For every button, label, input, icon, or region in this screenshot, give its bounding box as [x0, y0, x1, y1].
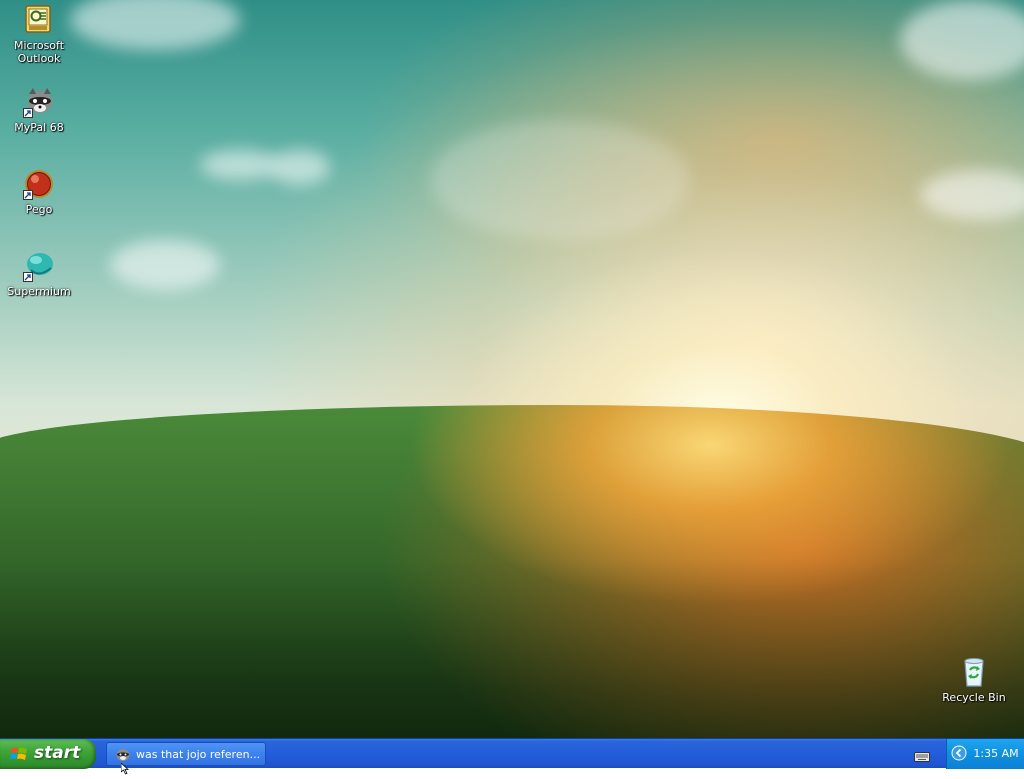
- cloud: [200, 150, 280, 180]
- desktop-icon-supermium[interactable]: Supermium: [1, 250, 77, 298]
- cloud: [920, 170, 1024, 220]
- start-button[interactable]: start: [0, 739, 96, 769]
- supermium-icon: [23, 250, 55, 282]
- cloud: [900, 0, 1024, 80]
- mouse-cursor-icon: [120, 760, 131, 775]
- system-tray: 1:35 AM: [946, 739, 1024, 769]
- cloud: [110, 240, 220, 290]
- desktop-icon-label: Recycle Bin: [942, 691, 1006, 704]
- taskbar: start was that jojo referen... 1:35 AM: [0, 738, 1024, 769]
- desktop-icon-label: Pego: [25, 203, 53, 216]
- desktop-icon-microsoft-outlook[interactable]: Microsoft Outlook: [1, 4, 77, 65]
- desktop-icon-label: MyPal 68: [14, 121, 64, 134]
- cloud: [430, 120, 690, 240]
- hill-shadow: [0, 560, 1024, 738]
- cloud: [270, 150, 330, 185]
- keyboard-layout-icon[interactable]: [914, 748, 930, 762]
- recycle-bin-icon: [958, 656, 990, 688]
- start-label: start: [34, 743, 81, 763]
- shortcut-arrow-icon: [23, 190, 33, 200]
- desktop-icon-recycle-bin[interactable]: Recycle Bin: [936, 656, 1012, 704]
- mypal-raccoon-icon: [23, 86, 55, 118]
- windows-logo-icon: [10, 746, 28, 762]
- desktop-icon-pego[interactable]: Pego: [1, 168, 77, 216]
- outlook-icon: [23, 4, 55, 36]
- taskbar-clock[interactable]: 1:35 AM: [969, 747, 1023, 760]
- shortcut-arrow-icon: [23, 108, 33, 118]
- desktop-icon-label: Supermium: [7, 285, 71, 298]
- pego-orb-icon: [23, 168, 55, 200]
- desktop-icon-label: Microsoft Outlook: [13, 39, 65, 65]
- taskbar-window-title: was that jojo referen...: [136, 748, 261, 761]
- desktop-wallpaper: Microsoft Outlook MyPal 68 Pego Supermiu…: [0, 0, 1024, 738]
- cloud: [70, 0, 240, 50]
- shortcut-arrow-icon: [23, 272, 33, 282]
- desktop-icon-mypal-68[interactable]: MyPal 68: [1, 86, 77, 134]
- chevron-left-icon[interactable]: [951, 745, 967, 761]
